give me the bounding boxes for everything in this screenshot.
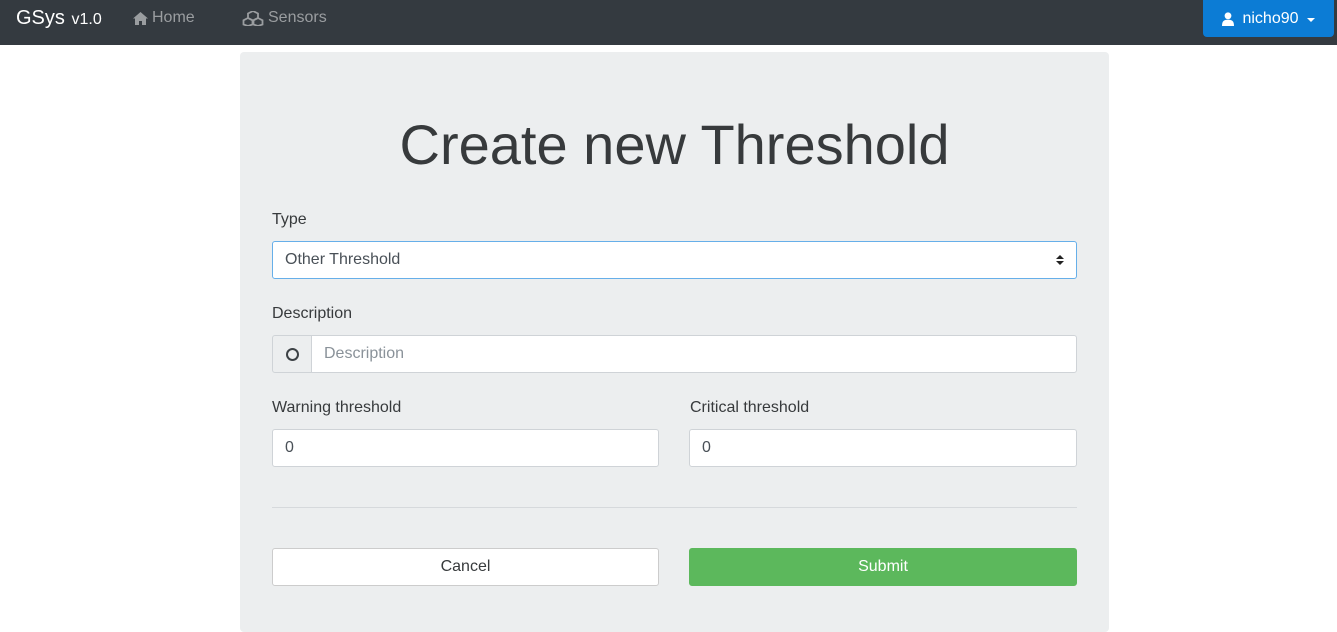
type-label: Type (272, 211, 307, 228)
nav-sensors-link[interactable]: Sensors (242, 8, 327, 28)
nav-sensors-label: Sensors (268, 9, 327, 26)
cancel-button[interactable]: Cancel (272, 548, 659, 586)
page-title: Create new Threshold (399, 113, 950, 176)
description-input[interactable] (311, 335, 1077, 373)
submit-button[interactable]: Submit (689, 548, 1077, 586)
circle-icon (285, 347, 299, 361)
cubes-icon (242, 10, 264, 26)
chevron-down-icon (1306, 17, 1315, 22)
user-icon (1222, 11, 1235, 26)
warning-threshold-label: Warning threshold (272, 399, 402, 416)
description-addon (272, 335, 312, 373)
description-label: Description (272, 305, 353, 322)
brand-version: v1.0 (71, 11, 102, 28)
top-navbar: GSys v1.0 Home Sensors nicho90 (0, 0, 1337, 45)
form-divider (272, 507, 1077, 508)
nav-home-label: Home (152, 9, 195, 26)
type-select-value: Other Threshold (285, 251, 401, 268)
warning-threshold-input[interactable] (272, 429, 659, 467)
select-arrows-icon (1056, 255, 1064, 265)
critical-threshold-input[interactable] (689, 429, 1077, 467)
nav-home-link[interactable]: Home (133, 8, 195, 28)
home-icon (133, 11, 148, 25)
type-select[interactable]: Other Threshold (272, 241, 1077, 279)
critical-threshold-label: Critical threshold (690, 399, 810, 416)
brand-name: GSys (16, 7, 65, 29)
user-menu-button[interactable]: nicho90 (1203, 0, 1334, 37)
brand-link[interactable]: GSys v1.0 (16, 7, 102, 31)
user-name: nicho90 (1242, 9, 1299, 27)
